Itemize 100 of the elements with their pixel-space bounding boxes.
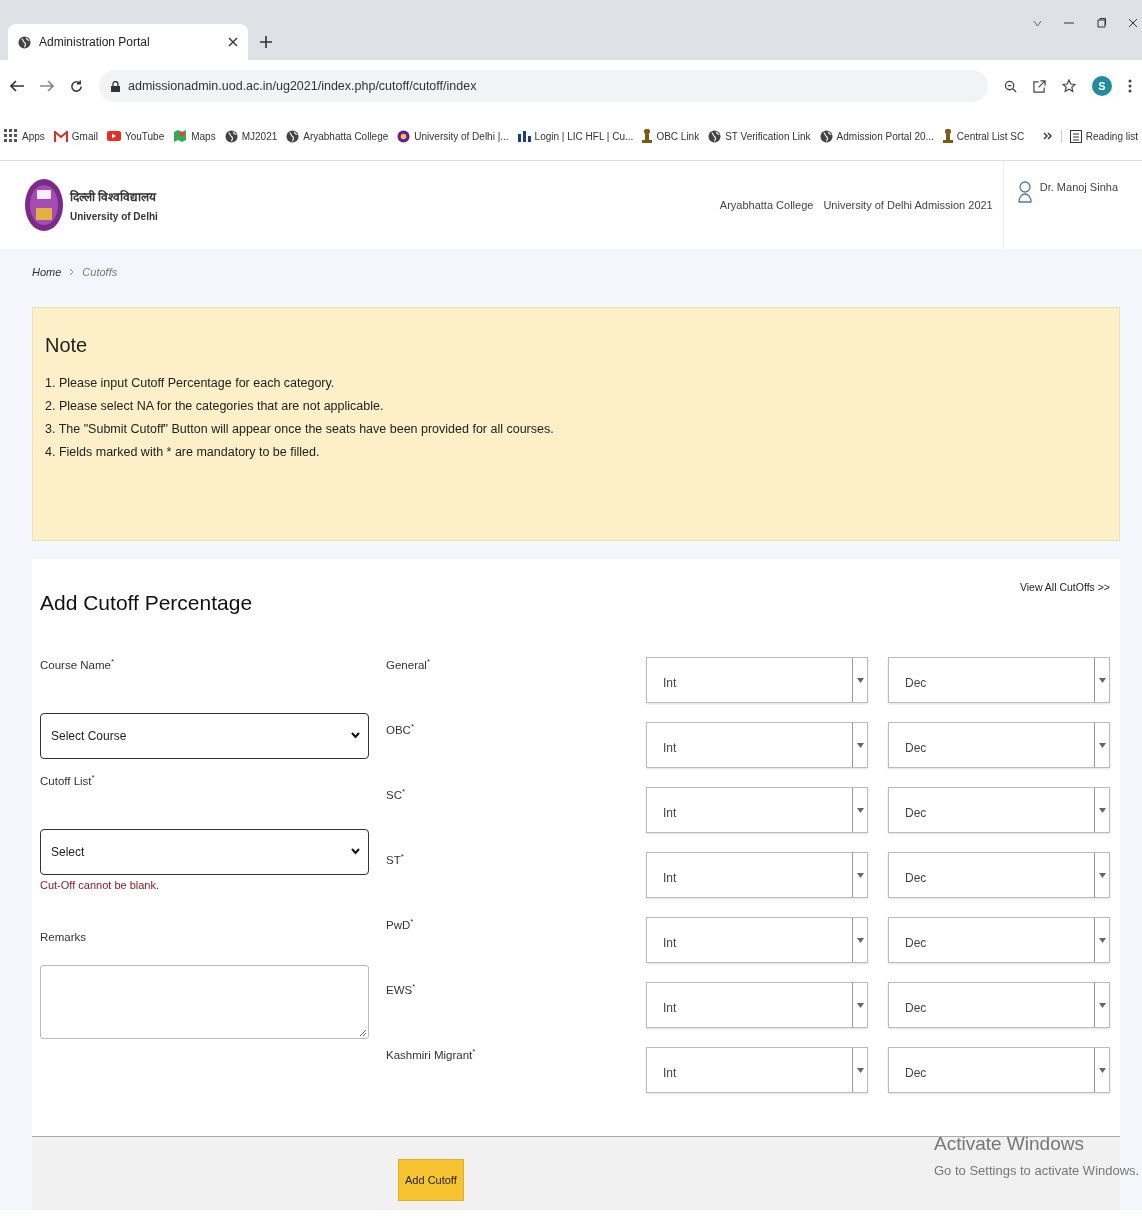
select-field[interactable]: Select: [40, 828, 369, 875]
dropdown-arrow-icon: [856, 937, 864, 943]
globe-icon: [18, 35, 31, 49]
bookmark[interactable]: MJ2021: [224, 129, 278, 143]
bookmark[interactable]: Gmail: [53, 130, 98, 142]
dropdown-arrow-icon: [1098, 1002, 1106, 1008]
select-field[interactable]: Int: [646, 982, 868, 1028]
select-field[interactable]: Dec: [888, 657, 1110, 703]
add-cutoff-button[interactable]: Add Cutoff: [398, 1158, 464, 1201]
resize-handle-icon[interactable]: [360, 1029, 366, 1036]
dropdown-arrow-icon: [856, 1002, 864, 1008]
field-label: Cutoff List$^{*}$: [40, 772, 96, 787]
emblem-icon: [642, 129, 653, 143]
globe-icon: [224, 129, 238, 143]
select-field[interactable]: Dec: [888, 917, 1110, 963]
portal-title: University of Delhi Admission 2021: [823, 199, 993, 211]
dropdown-arrow-icon: [1098, 872, 1106, 878]
dropdown-arrow-icon: [856, 807, 864, 813]
select-field[interactable]: Dec: [888, 1047, 1110, 1093]
select-field[interactable]: Dec: [888, 852, 1110, 898]
view-all-link[interactable]: View All CutOffs >>: [1019, 581, 1110, 593]
map-pin-icon: [173, 129, 188, 143]
apps-grid-icon: [4, 129, 18, 143]
select-field[interactable]: Select Course: [40, 712, 369, 759]
profile-avatar[interactable]: S: [1092, 76, 1112, 96]
category-label: EWS$^{*}$: [386, 982, 417, 998]
bookmark[interactable]: YouTube: [106, 130, 165, 142]
restore-icon[interactable]: [1096, 18, 1106, 28]
select-field[interactable]: Dec: [888, 787, 1110, 833]
star-icon[interactable]: [1062, 79, 1076, 93]
globe-icon: [708, 129, 722, 143]
university-name-hindi: दिल्ली विश्वविद्यालय: [70, 189, 158, 205]
select-field[interactable]: Int: [646, 852, 868, 898]
bookmark[interactable]: Central List SC: [942, 129, 1025, 143]
note-item: 1. Please input Cutoff Percentage for each category.: [45, 376, 336, 390]
bookmark[interactable]: ST Verification Link: [708, 129, 811, 143]
back-icon[interactable]: [10, 80, 24, 92]
forward-icon[interactable]: [40, 80, 54, 92]
user-name[interactable]: Dr. Manoj Sinha: [1039, 181, 1118, 193]
bookmark[interactable]: Aryabhatta College: [286, 129, 389, 143]
college-name: Aryabhatta College: [719, 199, 814, 211]
list-icon: [1069, 129, 1082, 143]
note-item: 4. Fields marked with * are mandatory to be filled.: [45, 445, 321, 459]
reading-list-button[interactable]: Reading list: [1060, 129, 1138, 143]
url-text: admissionadmin.uod.ac.in/ug2021/index.php/cutoff/cutoff/index: [128, 79, 477, 93]
form-title: Add Cutoff Percentage: [40, 591, 253, 615]
note-title: Note: [45, 334, 89, 357]
lock-icon: [111, 80, 120, 92]
note-item: 2. Please select NA for the categories that are not applicable.: [45, 399, 385, 413]
more-icon[interactable]: [1128, 79, 1132, 93]
activation-title: Activate Windows: [934, 1133, 1085, 1155]
dropdown-arrow-icon: [856, 677, 864, 683]
breadcrumb-item[interactable]: Home: [32, 266, 62, 278]
field-label: Course Name$^{*}$: [40, 657, 116, 671]
dropdown-arrow-icon: [1098, 1067, 1106, 1073]
chevron-down-icon: [351, 732, 360, 740]
category-label: ST$^{*}$: [386, 852, 405, 868]
chevron-right-icon: [69, 268, 75, 276]
mail-icon: [53, 130, 68, 142]
chevron-down-icon: [351, 848, 360, 856]
close-icon[interactable]: [228, 37, 238, 47]
field-label: Remarks: [40, 930, 87, 943]
select-field[interactable]: Int: [646, 1047, 868, 1093]
globe-icon: [286, 129, 300, 143]
close-icon[interactable]: [1128, 18, 1138, 28]
select-field[interactable]: Dec: [888, 722, 1110, 768]
play-icon: [106, 131, 121, 141]
select-field[interactable]: Dec: [888, 982, 1110, 1028]
activation-message: Go to Settings to activate Windows.: [934, 1163, 1140, 1178]
note-item: 3. The "Submit Cutoff" Button will appear once the seats have been provided for all courses.: [45, 422, 555, 436]
chevron-down-icon[interactable]: [1033, 19, 1042, 27]
dropdown-arrow-icon: [1098, 807, 1106, 813]
share-icon[interactable]: [1033, 79, 1046, 93]
tab-title: Administration Portal: [39, 35, 151, 49]
bookmark[interactable]: University of Delhi |...: [397, 129, 509, 143]
reload-icon[interactable]: [70, 79, 83, 93]
seal-icon: [397, 129, 411, 143]
category-label: Kashmiri Migrant$^{*}$: [386, 1047, 477, 1063]
error-message: Cut-Off cannot be blank.: [40, 878, 161, 891]
address-bar[interactable]: admissionadmin.uod.ac.in/ug2021/index.php/cutoff/cutoff/index: [99, 70, 988, 102]
bookmark[interactable]: OBC Link: [642, 129, 700, 143]
double-chevron-icon[interactable]: [1042, 131, 1052, 140]
category-label: OBC$^{*}$: [386, 722, 416, 738]
university-name: University of Delhi: [70, 211, 158, 222]
category-label: PwD$^{*}$: [386, 917, 415, 933]
dropdown-arrow-icon: [856, 1067, 864, 1073]
select-field[interactable]: Int: [646, 917, 868, 963]
dropdown-arrow-icon: [1098, 937, 1106, 943]
new-tab-icon[interactable]: [260, 36, 272, 48]
bookmark[interactable]: Maps: [173, 129, 216, 143]
category-label: General$^{*}$: [386, 657, 432, 673]
select-field[interactable]: Int: [646, 787, 868, 833]
bookmark[interactable]: Admission Portal 20...: [819, 129, 934, 143]
bookmark[interactable]: Login | LIC HFL | Cu...: [517, 130, 634, 142]
bookmark[interactable]: Apps: [4, 129, 45, 143]
zoom-icon[interactable]: [1004, 79, 1017, 93]
browser-tab[interactable]: Administration Portal: [8, 24, 248, 60]
select-field[interactable]: Int: [646, 722, 868, 768]
dropdown-arrow-icon: [856, 872, 864, 878]
select-field[interactable]: Int: [646, 657, 868, 703]
